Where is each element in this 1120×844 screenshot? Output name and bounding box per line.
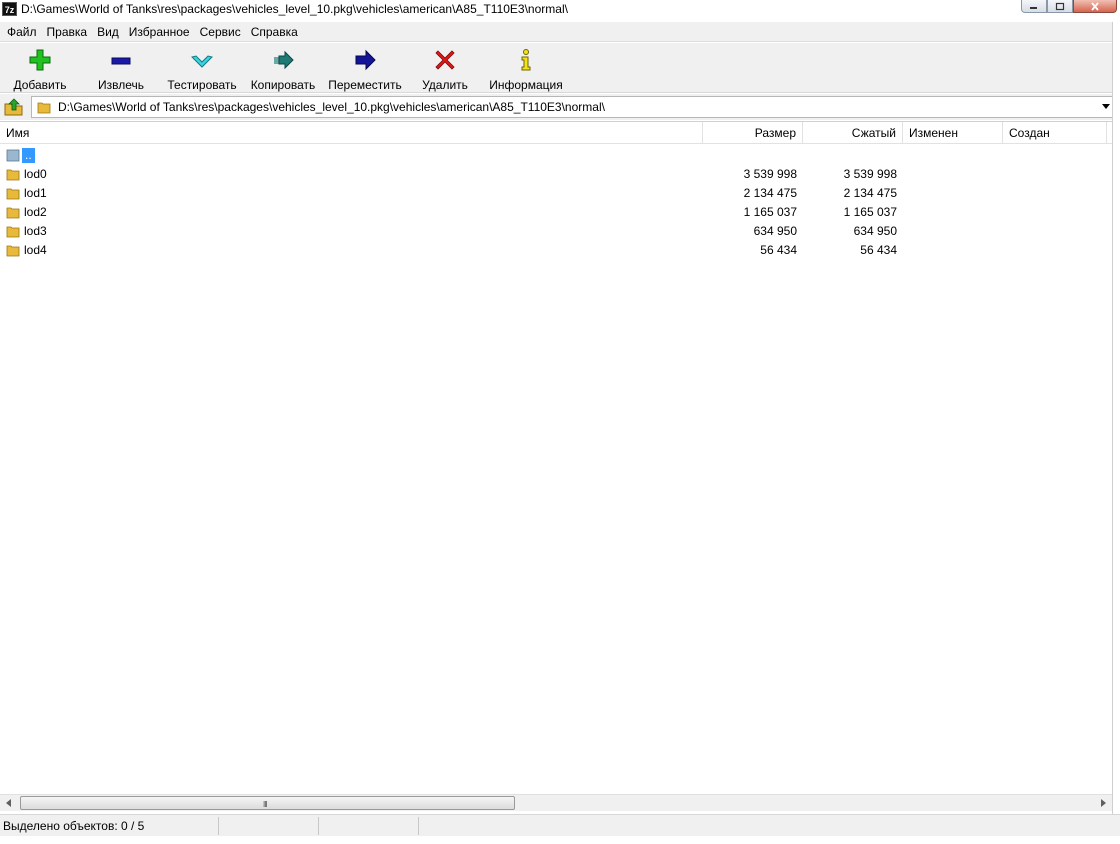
extract-button[interactable]: Извлечь <box>90 46 152 92</box>
menu-bar: Файл Правка Вид Избранное Сервис Справка <box>0 22 1112 42</box>
move-button[interactable]: Переместить <box>326 46 404 92</box>
address-bar: D:\Games\World of Tanks\res\packages\veh… <box>0 94 1114 120</box>
column-packed[interactable]: Сжатый <box>803 122 903 144</box>
menu-view[interactable]: Вид <box>92 22 124 42</box>
copy-arrow-icon <box>274 50 294 70</box>
column-modified[interactable]: Изменен <box>903 122 1003 144</box>
column-name[interactable]: Имя <box>0 122 703 144</box>
item-packed: 1 165 037 <box>843 205 897 219</box>
delete-x-icon <box>435 50 455 70</box>
copy-label: Копировать <box>250 78 316 92</box>
item-name: lod0 <box>24 167 47 181</box>
folder-up-icon <box>4 98 23 116</box>
info-label: Информация <box>489 78 563 92</box>
address-dropdown-icon[interactable] <box>1102 104 1110 109</box>
folder-icon <box>37 102 51 114</box>
item-name: lod4 <box>24 243 47 257</box>
item-size: 1 165 037 <box>743 205 797 219</box>
folder-icon <box>6 226 20 238</box>
add-button[interactable]: Добавить <box>8 46 72 92</box>
item-name: lod1 <box>24 186 47 200</box>
status-divider <box>218 817 219 835</box>
status-bar: Выделено объектов: 0 / 5 <box>0 814 1120 836</box>
item-packed: 56 434 <box>860 243 897 257</box>
checkmark-icon <box>191 55 213 68</box>
item-packed: 634 950 <box>853 224 897 238</box>
title-bar: 7z D:\Games\World of Tanks\res\packages\… <box>0 0 1120 20</box>
up-folder-button[interactable] <box>3 96 25 118</box>
status-divider <box>418 817 419 835</box>
delete-label: Удалить <box>422 78 468 92</box>
plus-icon <box>29 49 51 71</box>
item-name: lod3 <box>24 224 47 238</box>
info-icon <box>521 49 531 71</box>
folder-icon <box>6 188 20 200</box>
close-icon <box>1091 1 1099 11</box>
test-label: Тестировать <box>167 78 237 92</box>
minus-icon <box>111 57 131 65</box>
item-name: lod2 <box>24 205 47 219</box>
folder-icon <box>6 245 20 257</box>
add-label: Добавить <box>13 78 67 92</box>
copy-button[interactable]: Копировать <box>248 46 318 92</box>
close-button[interactable] <box>1073 0 1117 13</box>
folder-icon <box>6 207 20 219</box>
window-controls <box>1021 0 1117 13</box>
address-field[interactable]: D:\Games\World of Tanks\res\packages\veh… <box>31 96 1114 118</box>
item-packed: 3 539 998 <box>843 167 897 181</box>
item-size: 2 134 475 <box>743 186 797 200</box>
list-item-parent[interactable]: .. <box>0 146 1112 165</box>
list-item[interactable]: lod2 1 165 037 1 165 037 <box>0 203 1112 222</box>
parent-folder-icon <box>6 149 20 162</box>
item-name: .. <box>22 148 35 163</box>
window-title: D:\Games\World of Tanks\res\packages\veh… <box>21 2 568 16</box>
maximize-button[interactable] <box>1047 0 1073 13</box>
move-label: Переместить <box>328 78 402 92</box>
menu-favorites[interactable]: Избранное <box>124 22 195 42</box>
app-logo-icon: 7z <box>2 2 17 16</box>
address-path: D:\Games\World of Tanks\res\packages\veh… <box>58 100 605 114</box>
list-header: Имя Размер Сжатый Изменен Создан <box>0 122 1112 144</box>
item-packed: 2 134 475 <box>843 186 897 200</box>
menu-tools[interactable]: Сервис <box>195 22 246 42</box>
list-item[interactable]: lod3 634 950 634 950 <box>0 222 1112 241</box>
list-item[interactable]: lod1 2 134 475 2 134 475 <box>0 184 1112 203</box>
horizontal-scrollbar[interactable]: III <box>0 794 1112 811</box>
item-size: 634 950 <box>753 224 797 238</box>
scroll-thumb[interactable]: III <box>20 796 515 810</box>
info-button[interactable]: Информация <box>486 46 566 92</box>
file-list[interactable]: Имя Размер Сжатый Изменен Создан .. lod0… <box>0 121 1112 794</box>
status-divider <box>318 817 319 835</box>
scroll-right-icon[interactable] <box>1101 799 1106 807</box>
scroll-left-icon[interactable] <box>6 799 11 807</box>
delete-button[interactable]: Удалить <box>416 46 474 92</box>
maximize-icon <box>1055 2 1065 10</box>
menu-file[interactable]: Файл <box>2 22 42 42</box>
window-right-edge <box>1112 22 1120 814</box>
list-item[interactable]: lod0 3 539 998 3 539 998 <box>0 165 1112 184</box>
toolbar: Добавить Извлечь Тестировать Копировать … <box>0 43 1112 93</box>
minimize-button[interactable] <box>1021 0 1047 13</box>
folder-icon <box>6 169 20 181</box>
column-created[interactable]: Создан <box>1003 122 1107 144</box>
menu-edit[interactable]: Правка <box>42 22 93 42</box>
status-selected: Выделено объектов: 0 / 5 <box>3 819 145 833</box>
extract-label: Извлечь <box>97 78 144 92</box>
column-size[interactable]: Размер <box>703 122 803 144</box>
menu-help[interactable]: Справка <box>246 22 303 42</box>
list-item[interactable]: lod4 56 434 56 434 <box>0 241 1112 260</box>
minimize-icon <box>1030 7 1037 9</box>
move-arrow-icon <box>355 49 376 71</box>
item-size: 56 434 <box>760 243 797 257</box>
test-button[interactable]: Тестировать <box>166 46 238 92</box>
item-size: 3 539 998 <box>743 167 797 181</box>
scroll-grip: III <box>263 800 268 809</box>
